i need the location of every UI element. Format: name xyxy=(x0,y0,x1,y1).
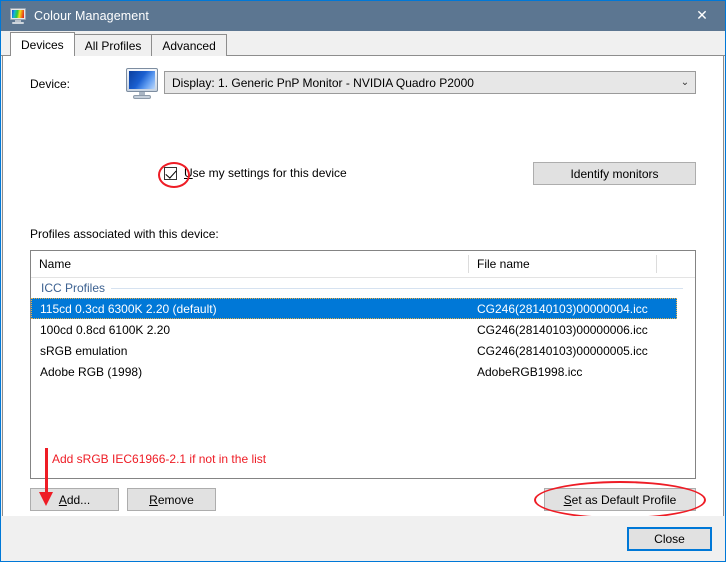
tab-advanced[interactable]: Advanced xyxy=(151,34,226,56)
profile-file-name: CG246(28140103)00000005.icc xyxy=(469,344,695,358)
profiles-caption: Profiles associated with this device: xyxy=(30,227,219,241)
column-header-name[interactable]: Name xyxy=(31,257,469,271)
accel-r: R xyxy=(149,493,158,507)
list-group-icc-profiles: ICC Profiles xyxy=(31,278,695,298)
set-as-default-profile-button[interactable]: Set as Default Profile xyxy=(544,488,696,511)
use-my-settings-label: Use my settings for this device xyxy=(184,166,347,180)
annotation-note-text: Add sRGB IEC61966-2.1 if not in the list xyxy=(52,452,266,466)
profile-name: Adobe RGB (1998) xyxy=(31,365,469,379)
close-button[interactable]: Close xyxy=(627,527,712,551)
device-dropdown[interactable]: Display: 1. Generic PnP Monitor - NVIDIA… xyxy=(164,71,696,94)
color-monitor-icon xyxy=(10,8,26,24)
profile-file-name: AdobeRGB1998.icc xyxy=(469,365,695,379)
use-my-settings-rest: se my settings for this device xyxy=(193,166,347,180)
monitor-icon xyxy=(125,68,159,100)
table-row[interactable]: 115cd 0.3cd 6300K 2.20 (default) CG246(2… xyxy=(31,298,677,319)
remove-button[interactable]: Remove xyxy=(127,488,216,511)
tab-all-profiles[interactable]: All Profiles xyxy=(74,34,153,56)
profile-name: 100cd 0.8cd 6100K 2.20 xyxy=(31,323,469,337)
table-row[interactable]: Adobe RGB (1998) AdobeRGB1998.icc xyxy=(31,361,695,382)
title-bar: Colour Management ✕ xyxy=(1,1,725,31)
profile-name: sRGB emulation xyxy=(31,344,469,358)
profile-file-name: CG246(28140103)00000004.icc xyxy=(469,302,677,316)
device-label: Device: xyxy=(30,77,70,91)
use-my-settings-checkbox[interactable]: Use my settings for this device xyxy=(164,166,347,180)
tab-devices[interactable]: Devices xyxy=(10,32,75,56)
add-button-rest: dd... xyxy=(67,493,90,507)
colour-management-window: Colour Management ✕ Devices All Profiles… xyxy=(0,0,726,562)
close-icon[interactable]: ✕ xyxy=(679,1,725,31)
chevron-down-icon: ⌄ xyxy=(675,77,695,88)
list-group-label: ICC Profiles xyxy=(41,281,111,295)
identify-monitors-button[interactable]: Identify monitors xyxy=(533,162,696,185)
add-button[interactable]: Add... xyxy=(30,488,119,511)
remove-button-rest: emove xyxy=(158,493,194,507)
table-row[interactable]: 100cd 0.8cd 6100K 2.20 CG246(28140103)00… xyxy=(31,319,695,340)
device-row: Device: Display: 1. Generic PnP Monitor … xyxy=(3,68,723,102)
set-default-rest: et as Default Profile xyxy=(572,493,677,507)
accel-a: A xyxy=(59,493,67,507)
devices-tab-panel: Device: Display: 1. Generic PnP Monitor … xyxy=(2,56,724,516)
accel-u: U xyxy=(184,166,193,180)
accel-s: S xyxy=(564,493,572,507)
column-header-file-name[interactable]: File name xyxy=(469,257,695,271)
checkbox-box[interactable] xyxy=(164,167,177,180)
tab-strip: Devices All Profiles Advanced xyxy=(1,31,725,56)
profile-file-name: CG246(28140103)00000006.icc xyxy=(469,323,695,337)
window-title: Colour Management xyxy=(34,9,149,23)
list-header: Name File name xyxy=(31,251,695,278)
profiles-list[interactable]: Name File name ICC Profiles 115cd 0.3cd … xyxy=(30,250,696,479)
profile-name: 115cd 0.3cd 6300K 2.20 (default) xyxy=(31,302,469,316)
footer-bar: Close xyxy=(1,516,725,561)
device-dropdown-value: Display: 1. Generic PnP Monitor - NVIDIA… xyxy=(165,76,675,90)
table-row[interactable]: sRGB emulation CG246(28140103)00000005.i… xyxy=(31,340,695,361)
